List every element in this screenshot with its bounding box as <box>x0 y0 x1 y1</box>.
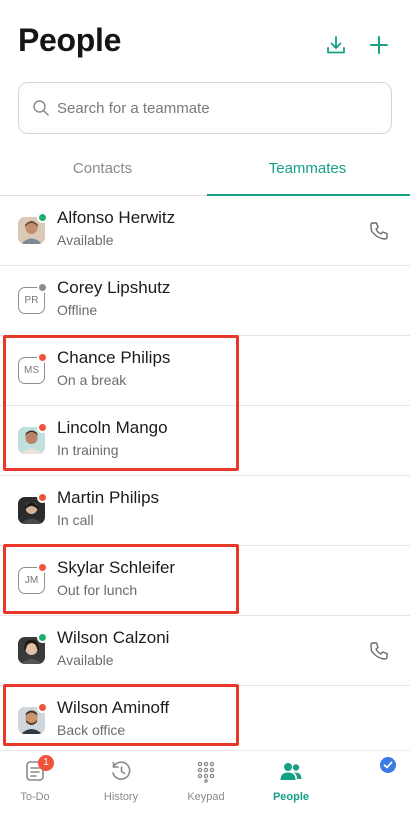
status-indicator <box>37 422 48 433</box>
status-indicator <box>37 212 48 223</box>
plus-icon <box>370 36 388 54</box>
teammate-status: Back office <box>57 722 126 738</box>
teammate-row[interactable]: Martin Philips In call <box>0 476 410 546</box>
teammate-row[interactable]: PR Corey Lipshutz Offline <box>0 266 410 336</box>
teammate-row[interactable]: MS Chance Philips On a break <box>0 336 410 406</box>
teammate-row[interactable]: Alfonso Herwitz Available <box>0 196 410 266</box>
teammate-name: Wilson Calzoni <box>57 628 170 647</box>
notification-badge: 1 <box>38 755 54 771</box>
teammate-row[interactable]: Lincoln Mango In training <box>0 406 410 476</box>
search-input[interactable] <box>57 83 387 133</box>
nav-keypad[interactable]: Keypad <box>171 757 241 811</box>
teammate-name: Chance Philips <box>57 348 171 367</box>
status-indicator <box>37 282 48 293</box>
teammate-name: Wilson Aminoff <box>57 698 170 717</box>
keypad-icon <box>197 761 215 783</box>
teammate-row[interactable]: Wilson Aminoff Back office <box>0 686 410 750</box>
nav-history[interactable]: History <box>86 757 156 811</box>
download-icon <box>327 36 345 54</box>
status-indicator <box>37 562 48 573</box>
teammate-name: Corey Lipshutz <box>57 278 171 297</box>
header: People <box>0 0 410 70</box>
phone-icon[interactable] <box>368 220 390 242</box>
nav-label: To-Do <box>20 791 50 803</box>
people-icon <box>280 763 302 780</box>
teammate-status: On a break <box>57 372 127 388</box>
status-indicator <box>37 632 48 643</box>
bottom-nav: 1 To-Do History Keypad People <box>0 750 410 814</box>
nav-people[interactable]: People <box>256 757 326 811</box>
nav-label: History <box>103 791 139 803</box>
download-button[interactable] <box>323 32 349 58</box>
checkmark-badge-icon <box>380 757 396 773</box>
teammate-name: Alfonso Herwitz <box>57 208 176 227</box>
page-title: People <box>18 22 122 58</box>
status-indicator <box>37 352 48 363</box>
add-contact-button[interactable] <box>366 32 392 58</box>
teammate-name: Skylar Schleifer <box>57 558 176 577</box>
tab-contacts[interactable]: Contacts <box>0 152 205 195</box>
tab-bar: Contacts Teammates <box>0 152 410 196</box>
status-indicator <box>37 702 48 713</box>
phone-icon[interactable] <box>368 640 390 662</box>
status-indicator <box>37 492 48 503</box>
teammate-status: Offline <box>57 302 98 318</box>
tab-teammates[interactable]: Teammates <box>205 152 410 195</box>
teammate-row[interactable]: JM Skylar Schleifer Out for lunch <box>0 546 410 616</box>
search-box[interactable] <box>18 82 392 134</box>
teammate-list: Alfonso Herwitz Available PR Corey Lipsh… <box>0 196 410 750</box>
teammate-status: Available <box>57 652 114 668</box>
search-icon <box>33 100 49 116</box>
teammate-name: Lincoln Mango <box>57 418 168 437</box>
teammate-status: Available <box>57 232 114 248</box>
nav-todo[interactable]: 1 To-Do <box>0 755 70 811</box>
teammate-status: In call <box>57 512 94 528</box>
teammate-status: Out for lunch <box>57 582 138 598</box>
nav-label: People <box>272 791 310 803</box>
teammate-status: In training <box>57 442 119 458</box>
nav-label: Keypad <box>187 791 225 803</box>
teammate-name: Martin Philips <box>57 488 160 507</box>
history-icon <box>112 761 131 780</box>
teammate-row[interactable]: Wilson Calzoni Available <box>0 616 410 686</box>
